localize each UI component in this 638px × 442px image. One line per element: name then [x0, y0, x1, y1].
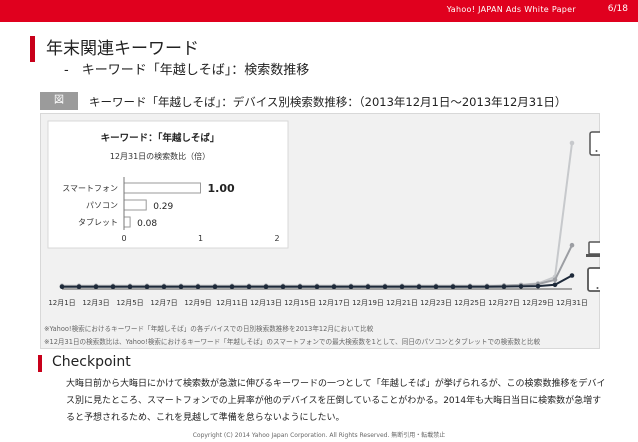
- series-point-tablet: [246, 284, 252, 289]
- checkpoint-title: Checkpoint: [52, 354, 131, 370]
- bar: [123, 216, 131, 228]
- inset-subtitle: 12月31日の検索数比（倍）: [110, 151, 210, 161]
- bar: [123, 182, 201, 194]
- laptop-icon: [586, 241, 600, 257]
- x-tick-label: 12月21日: [386, 299, 418, 307]
- bar-data-label: 1.00: [208, 182, 235, 195]
- series-point-tablet: [212, 284, 218, 289]
- x-tick-label: 12月7日: [150, 299, 177, 307]
- tablet-icon: [587, 267, 600, 292]
- series-point-pc: [569, 242, 575, 248]
- series-point-tablet: [127, 284, 133, 289]
- copyright: Copyright (C) 2014 Yahoo Japan Corporati…: [192, 432, 446, 439]
- chart-note-2: ※12月31日の検索数比は、Yahoo!検索におけるキーワード「年越しそば」のス…: [44, 338, 541, 346]
- header-text: Yahoo! JAPAN Ads White Paper: [446, 5, 576, 14]
- chart-note-1: ※Yahoo!検索におけるキーワード「年越しそば」の各デバイスでの日別検索数推移…: [44, 325, 374, 333]
- title-accent-bar: [30, 36, 35, 62]
- series-point-tablet: [416, 284, 422, 289]
- bar-category-label: スマートフォン: [62, 184, 118, 193]
- series-point-tablet: [144, 284, 150, 289]
- series-point-tablet: [178, 284, 184, 289]
- series-line-pc: [62, 244, 573, 288]
- x-tick-label: 12月31日: [556, 299, 588, 307]
- series-point-pc: [552, 277, 558, 283]
- series-point-tablet: [229, 284, 235, 289]
- inset-chart: キーワード：「年越しそば」 12月31日の検索数比（倍） スマートフォン 1.00…: [47, 120, 289, 249]
- series-point-tablet: [195, 284, 201, 289]
- series-point-tablet: [263, 284, 269, 289]
- series-point-tablet: [76, 284, 82, 289]
- x-tick-label: 12月11日: [216, 299, 248, 307]
- x-tick-label: 12月3日: [82, 299, 109, 307]
- series-point-tablet: [535, 283, 541, 289]
- device-search-chart: キーワード：「年越しそば」 12月31日の検索数比（倍） スマートフォン 1.00…: [47, 120, 600, 307]
- series-point-tablet: [450, 284, 456, 289]
- series-point-tablet: [280, 284, 286, 289]
- x-tick-label: 12月13日: [250, 299, 282, 307]
- bar-data-label: 0.29: [153, 202, 173, 212]
- series-point-tablet: [552, 282, 558, 288]
- x-tick-label: 12月5日: [116, 299, 143, 307]
- inset-x-tick: 0: [121, 234, 126, 243]
- series-point-tablet: [518, 284, 524, 289]
- x-tick-label: 12月25日: [454, 299, 486, 307]
- x-tick-label: 12月23日: [420, 299, 452, 307]
- checkpoint-body: 大晦日前から大晦日にかけて検索数が急激に伸びるキーワードの一つとして「年越しそば…: [66, 379, 606, 423]
- figure-caption: キーワード「年越しそば」：デバイス別検索数推移：（2013年12月1日〜2013…: [89, 95, 567, 109]
- page-title: 年末関連キーワード: [46, 39, 199, 59]
- series-point-tablet: [297, 284, 303, 289]
- figure-tag: 図: [40, 92, 78, 110]
- inset-title: キーワード：「年越しそば」: [101, 132, 220, 144]
- header-bar: Yahoo! JAPAN Ads White Paper 6/18: [0, 0, 638, 22]
- x-tick-label: 12月15日: [284, 299, 316, 307]
- series-point-tablet: [161, 284, 167, 289]
- series-point-tablet: [569, 273, 575, 278]
- series-point-tablet: [331, 284, 337, 289]
- bar: [123, 199, 147, 211]
- x-tick-label: 12月29日: [522, 299, 554, 307]
- series-point-tablet: [314, 284, 320, 289]
- series-point-tablet: [348, 284, 354, 289]
- series-point-tablet: [501, 284, 507, 289]
- series-point-tablet: [433, 284, 439, 289]
- series-point-tablet: [399, 284, 405, 289]
- bar-category-label: パソコン: [86, 201, 118, 210]
- x-tick-label: 12月19日: [352, 299, 384, 307]
- series-point-tablet: [59, 284, 65, 289]
- page-subtitle: - キーワード「年越しそば」：検索数推移: [64, 63, 310, 78]
- checkpoint-accent: [38, 355, 42, 372]
- x-tick-label: 12月1日: [48, 299, 75, 307]
- inset-x-tick: 1: [198, 234, 203, 243]
- bar-category-label: タブレット: [78, 217, 118, 227]
- x-tick-label: 12月27日: [488, 299, 520, 307]
- series-point-smartphone: [569, 140, 575, 146]
- x-tick-label: 12月9日: [184, 299, 211, 307]
- inset-x-tick: 2: [274, 234, 279, 243]
- series-point-tablet: [110, 284, 116, 289]
- bar-data-label: 0.08: [137, 219, 157, 229]
- smartphone-icon: [589, 131, 600, 156]
- series-point-tablet: [467, 284, 473, 289]
- series-point-tablet: [365, 284, 371, 289]
- series-point-tablet: [382, 284, 388, 289]
- x-tick-label: 12月17日: [318, 299, 350, 307]
- page-number: 6/18: [607, 4, 628, 14]
- series-point-tablet: [93, 284, 99, 289]
- series-point-tablet: [484, 284, 490, 289]
